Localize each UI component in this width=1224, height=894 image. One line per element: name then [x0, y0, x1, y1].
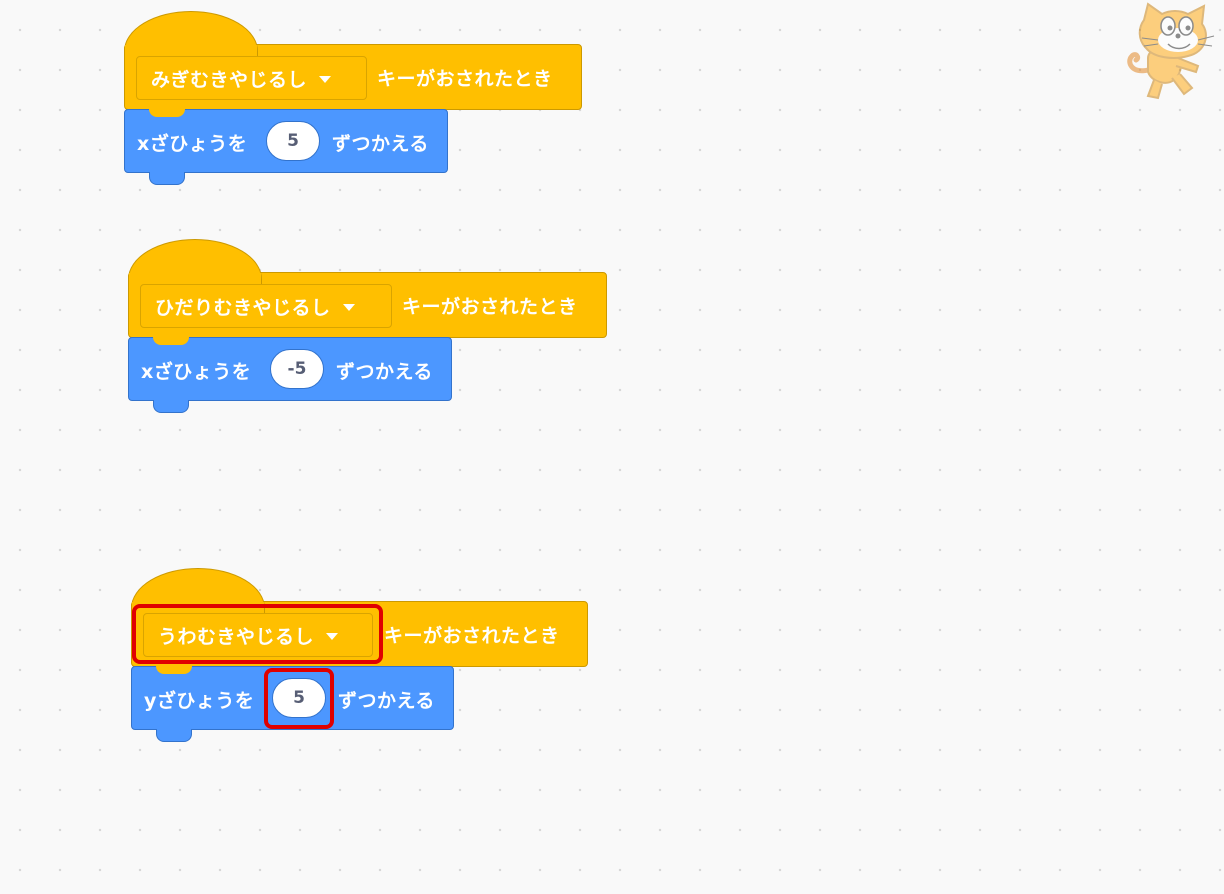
- when-key-pressed-hat-block[interactable]: みぎむきやじるし キーがおされたとき: [124, 11, 582, 110]
- key-dropdown-label: ひだりむきやじるし: [155, 296, 331, 319]
- scratch-cat-icon: [1127, 2, 1215, 100]
- key-dropdown-label: みぎむきやじるし: [151, 68, 308, 91]
- motion-block-suffix: ずつかえる: [338, 690, 435, 712]
- motion-block-prefix: xざひょうを: [137, 133, 248, 155]
- motion-block-suffix: ずつかえる: [332, 133, 429, 155]
- motion-block-suffix: ずつかえる: [336, 361, 433, 383]
- key-dropdown[interactable]: うわむきやじるし: [143, 613, 373, 657]
- when-key-pressed-hat-block[interactable]: うわむきやじるし キーがおされたとき: [131, 568, 588, 667]
- value-input[interactable]: 5: [266, 121, 320, 161]
- key-dropdown[interactable]: みぎむきやじるし: [136, 56, 367, 100]
- motion-block-prefix: xざひょうを: [141, 361, 252, 383]
- dropdown-caret-icon: [319, 75, 332, 83]
- change-x-by-block[interactable]: xざひょうを 5 ずつかえる: [124, 109, 448, 185]
- key-dropdown[interactable]: ひだりむきやじるし: [140, 284, 392, 328]
- change-y-by-block[interactable]: yざひょうを 5 ずつかえる: [131, 666, 454, 742]
- value-input[interactable]: 5: [272, 678, 326, 718]
- motion-block-prefix: yざひょうを: [144, 690, 255, 712]
- dropdown-caret-icon: [326, 632, 339, 640]
- hat-block-label: キーがおされたとき: [384, 625, 560, 647]
- hat-block-label: キーがおされたとき: [402, 296, 578, 318]
- value-input[interactable]: -5: [270, 349, 324, 389]
- key-dropdown-label: うわむきやじるし: [158, 625, 315, 648]
- dropdown-caret-icon: [342, 303, 355, 311]
- when-key-pressed-hat-block[interactable]: ひだりむきやじるし キーがおされたとき: [128, 239, 607, 338]
- change-x-by-block[interactable]: xざひょうを -5 ずつかえる: [128, 337, 452, 413]
- hat-block-label: キーがおされたとき: [377, 68, 553, 90]
